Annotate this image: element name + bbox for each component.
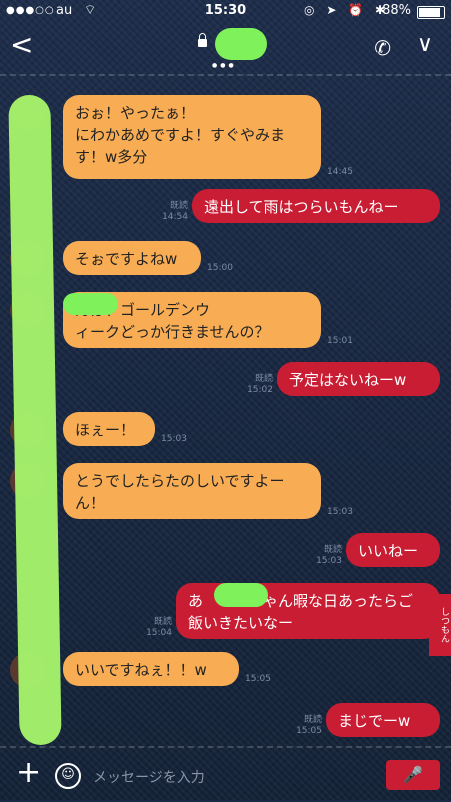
message-timestamp: 既読 15:04 [146,617,172,639]
message-timestamp: 既読 15:03 [316,545,342,567]
message-time: 15:04 [146,628,172,638]
read-receipt: 既読 [254,374,273,384]
add-button[interactable]: + [16,758,41,788]
lock-icon [198,33,207,47]
message-timestamp: 既読 14:54 [162,201,188,223]
incoming-message[interactable]: そぉですよねw [63,241,201,275]
mic-button[interactable]: 🎤 [386,760,440,790]
outgoing-message[interactable]: 予定はないねーw [277,362,440,396]
redacted-contact-name [215,28,267,60]
redaction-scribble [63,293,118,315]
status-bar: ●●●○○ au ⌔ 15:30 ◎ ➤ ⏰ ✱ 88% [0,0,451,22]
phone-call-button[interactable]: ✆ [374,36,391,60]
incoming-message[interactable]: ほぇー！ [63,412,155,446]
side-tab[interactable]: しつもん [429,594,451,656]
message-time: 15:05 [296,726,322,736]
incoming-message[interactable]: いいですねぇ！！w [63,652,239,686]
message-timestamp: 14:45 [327,167,353,177]
message-time: 15:02 [247,385,273,395]
message-timestamp: 15:00 [207,263,233,273]
message-time: 14:54 [162,212,188,222]
read-receipt: 既読 [323,545,342,555]
chat-header: < ●●● ✆ ∨ [0,22,451,76]
message-timestamp: 既読 15:05 [296,715,322,737]
read-receipt: 既読 [303,715,322,725]
read-receipt: 既読 [169,201,188,211]
battery-percent: 88% [382,3,411,18]
redaction-scribble [214,583,268,607]
composer-bar: + ☺ メッセージを入力 🎤 [0,746,451,802]
back-button[interactable]: < [10,30,33,60]
message-timestamp: 15:01 [327,336,353,346]
outgoing-message[interactable]: まじでーw [326,703,440,737]
message-timestamp: 15:03 [327,507,353,517]
emoji-button[interactable]: ☺ [55,763,81,789]
message-input[interactable]: メッセージを入力 [93,767,205,787]
message-timestamp: 15:05 [245,674,271,684]
chevron-down-icon[interactable]: ∨ [417,32,433,57]
outgoing-message[interactable]: 遠出して雨はつらいもんねー [192,189,440,223]
incoming-message[interactable]: おぉ！やったぁ！ にわかあめですよ！すぐやみま す！w多分 [63,95,321,179]
page-indicator: ●●● [212,62,237,69]
battery-icon [417,6,445,19]
message-time: 15:03 [316,556,342,566]
battery-fill [419,8,441,17]
incoming-message[interactable]: とうでしたらたのしいですよー ん！ [63,463,321,519]
outgoing-message[interactable]: いいねー [346,533,440,567]
status-icons: ◎ ➤ ⏰ ✱ [304,3,389,17]
read-receipt: 既読 [153,617,172,627]
message-timestamp: 15:03 [161,434,187,444]
message-timestamp: 既読 15:02 [247,374,273,396]
